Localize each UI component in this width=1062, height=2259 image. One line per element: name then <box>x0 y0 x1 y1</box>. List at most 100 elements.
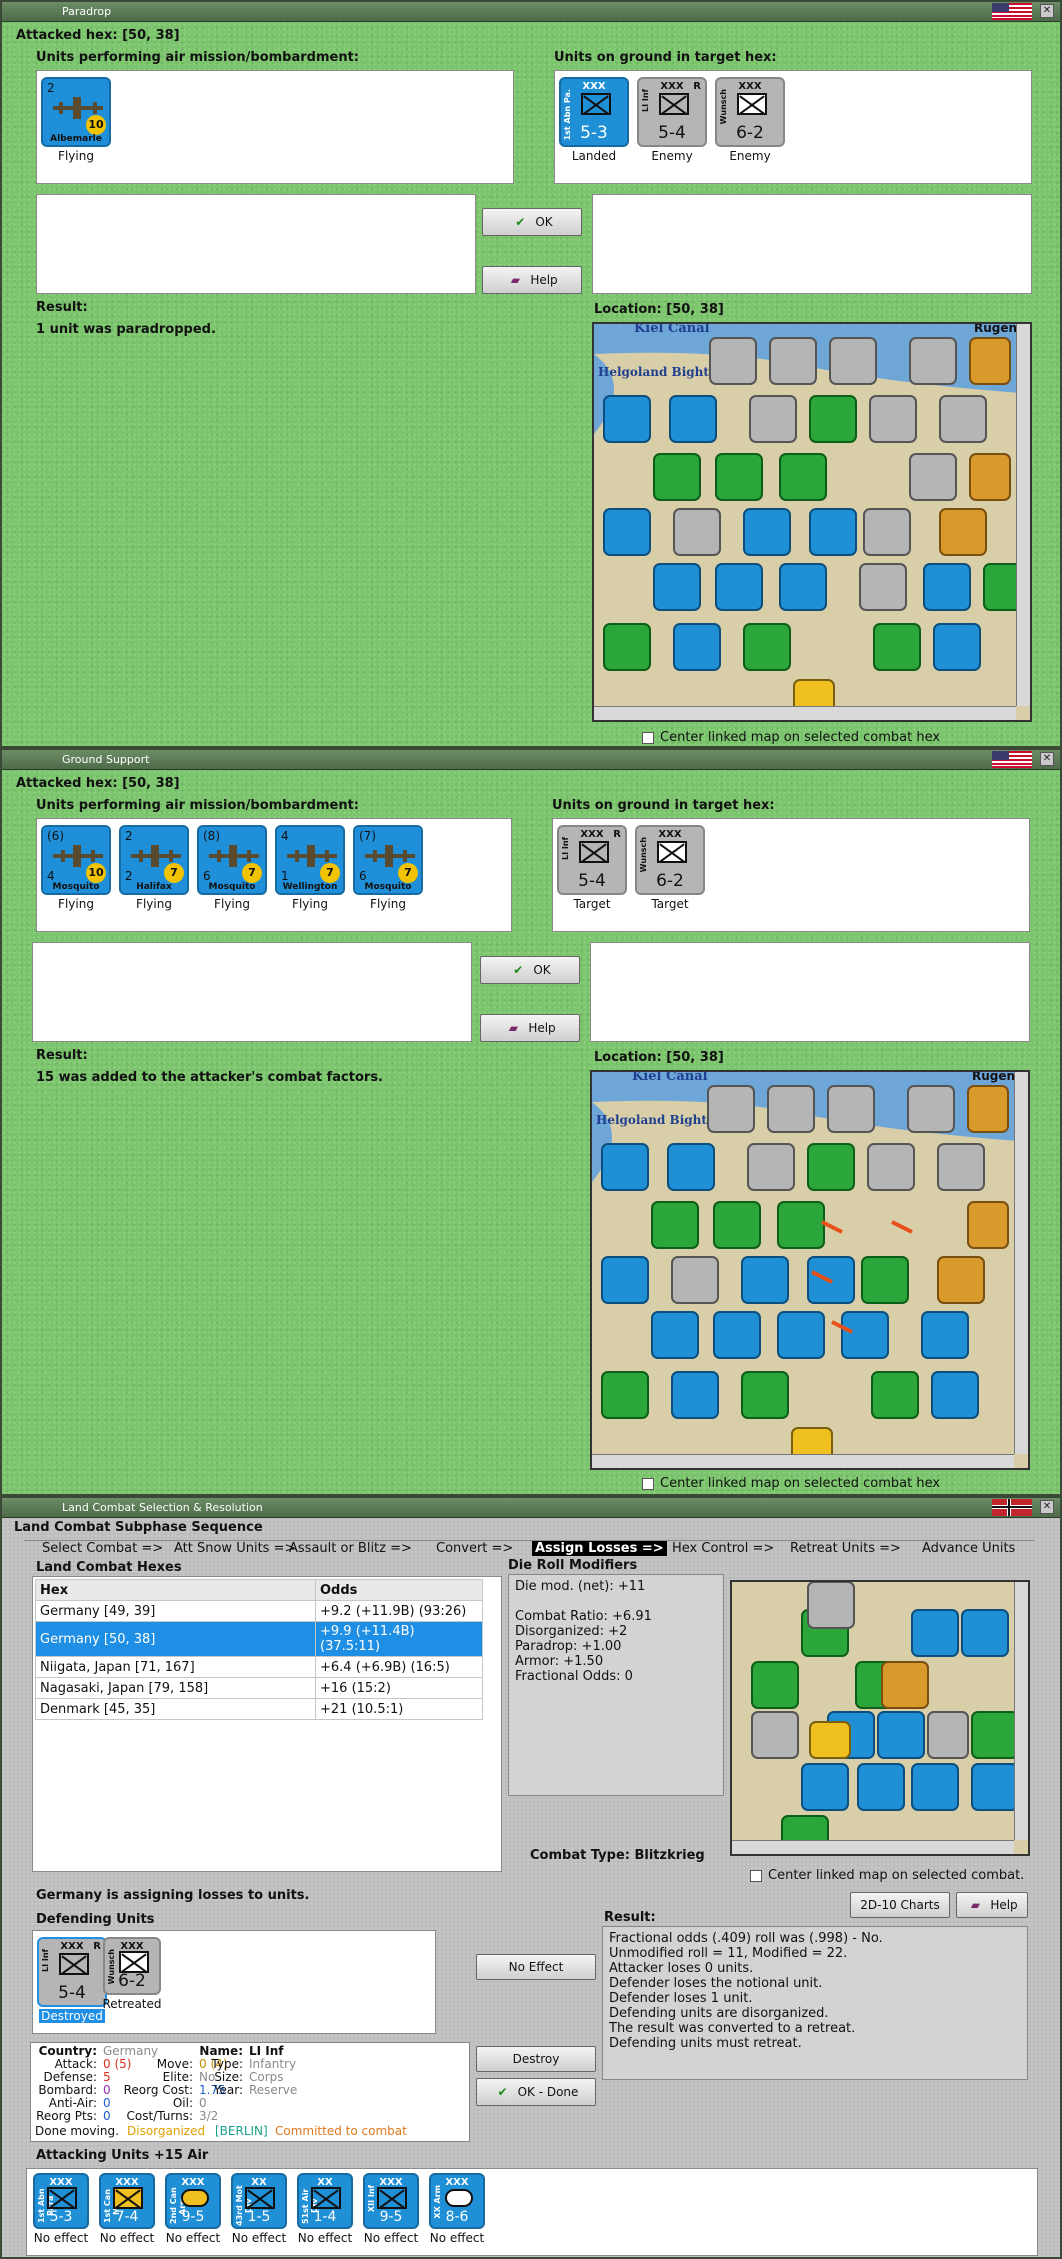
map-vertical-scrollbar[interactable] <box>1016 324 1030 706</box>
close-icon[interactable]: ✕ <box>1040 752 1054 766</box>
map-label-rugen: Rügen <box>974 324 1017 335</box>
ok-button[interactable]: ✔ OK <box>480 956 580 984</box>
help-button[interactable]: ▰ Help <box>482 266 582 294</box>
unit-factors: 5-3 <box>580 123 608 143</box>
close-icon[interactable]: ✕ <box>1040 1500 1054 1514</box>
info-value: Reserve <box>249 2083 298 2097</box>
ground-support-titlebar[interactable]: Ground Support ✕ <box>2 750 1060 770</box>
step-select-combat: Select Combat => <box>42 1541 164 1556</box>
window-title: Paradrop <box>62 5 112 18</box>
combat-hexes-list[interactable]: Hex Odds Germany [49, 39] +9.2 (+11.9B) (… <box>32 1576 502 1872</box>
center-map-checkbox[interactable]: Center linked map on selected combat hex <box>642 1476 940 1491</box>
table-row[interactable]: Germany [49, 39] +9.2 (+11.9B) (93:26) <box>35 1600 483 1622</box>
unit-factors: 1-4 <box>313 2209 337 2225</box>
attacking-unit[interactable]: XXX XX Arm 8-6 No effect <box>425 2173 489 2245</box>
center-map-checkbox[interactable]: Center linked map on selected combat hex <box>642 730 940 745</box>
infantry-symbol-icon <box>311 2187 341 2209</box>
checkbox-label: Center linked map on selected combat hex <box>660 1476 941 1491</box>
checkbox-box[interactable] <box>642 1477 654 1490</box>
unit-range: (8) <box>203 829 220 843</box>
book-icon: ▰ <box>510 273 520 287</box>
close-icon[interactable]: ✕ <box>1040 4 1054 18</box>
unit-counter: XXX XII Inf 9-5 <box>363 2173 419 2229</box>
center-map-checkbox[interactable]: Center linked map on selected combat. <box>750 1868 1024 1883</box>
reserve-flag: R <box>693 81 701 92</box>
step-att-snow-units: Att Snow Units => <box>174 1541 296 1556</box>
unit-status: No effect <box>363 2231 419 2245</box>
ok-button[interactable]: ✔ OK <box>482 208 582 236</box>
unit-name: Wellington <box>282 882 338 892</box>
land-combat-titlebar[interactable]: Land Combat Selection & Resolution ✕ <box>2 1498 1060 1518</box>
unit-status: Flying <box>214 897 250 911</box>
paradrop-titlebar[interactable]: Paradrop ✕ <box>2 2 1060 22</box>
help-button[interactable]: ▰ Help <box>480 1014 580 1042</box>
odds-cell: +21 (10.5:1) <box>315 1698 483 1720</box>
checkbox-label: Center linked map on selected combat. <box>768 1868 1025 1883</box>
info-key: Cost/Turns: <box>126 2109 193 2123</box>
help-label: Help <box>530 273 558 287</box>
defending-unit[interactable]: XXX Wunsch 6-2 Retreated <box>97 1937 167 2011</box>
ground-unit[interactable]: XXX R LI Inf 5-4 Target <box>557 825 627 911</box>
combat-map[interactable] <box>730 1580 1030 1856</box>
map-vertical-scrollbar[interactable] <box>1014 1582 1028 1840</box>
table-row[interactable]: Niigata, Japan [71, 167] +6.4 (+6.9B) (16… <box>35 1656 483 1678</box>
check-icon: ✔ <box>513 963 524 977</box>
linked-map[interactable]: Kiel Canal Helgoland Bight Rügen <box>592 322 1032 722</box>
unit-attack: 6 <box>203 869 211 883</box>
defending-units-panel: XXX R LI Inf 5-4 Destroyed XXX Wunsch 6-… <box>32 1930 436 2034</box>
air-unit[interactable]: (7) 6 7 Mosquito Flying <box>353 825 423 911</box>
attacking-unit[interactable]: XXX 1st Abn Para 5-3 No effect <box>29 2173 93 2245</box>
window-title: Ground Support <box>62 753 150 766</box>
ground-units-label: Units on ground in target hex: <box>552 798 775 813</box>
unit-name: Halifax <box>136 882 172 892</box>
die-roll-label: Die Roll Modifiers <box>508 1558 638 1573</box>
map-horizontal-scrollbar[interactable] <box>592 1454 1014 1468</box>
unit-factors: 9-5 <box>379 2209 403 2225</box>
air-unit[interactable]: 4 1 7 Wellington Flying <box>275 825 345 911</box>
unit-attack: 4 <box>47 869 55 883</box>
table-row[interactable]: Denmark [45, 35] +21 (10.5:1) <box>35 1698 483 1720</box>
attacking-unit[interactable]: XXX 2nd Can Arm 9-5 No effect <box>161 2173 225 2245</box>
map-vertical-scrollbar[interactable] <box>1014 1072 1028 1454</box>
attacking-unit[interactable]: XXX 1st Can Mot 7-4 No effect <box>95 2173 159 2245</box>
help-button[interactable]: ▰ Help <box>956 1892 1028 1918</box>
linked-map[interactable]: Kiel Canal Helgoland Bight Rügen <box>590 1070 1030 1470</box>
hex-cell: Germany [50, 38] <box>35 1621 316 1657</box>
air-unit[interactable]: (6) 4 10 Mosquito Flying <box>41 825 111 911</box>
table-row[interactable]: Nagasaki, Japan [79, 158] +16 (15:2) <box>35 1677 483 1699</box>
air-unit[interactable]: (8) 6 7 Mosquito Flying <box>197 825 267 911</box>
attacking-unit[interactable]: XXX XII Inf 9-5 No effect <box>359 2173 423 2245</box>
attacking-label: Attacking Units +15 Air <box>36 2148 209 2163</box>
destroy-button[interactable]: Destroy <box>476 2046 596 2072</box>
die-roll-line: Paradrop: +1.00 <box>515 1639 622 1654</box>
checkbox-box[interactable] <box>642 731 654 744</box>
result-line: Fractional odds (.409) roll was (.998) -… <box>609 1931 883 1946</box>
ground-unit[interactable]: XXX Wunsch 6-2 Target <box>635 825 705 911</box>
ground-unit[interactable]: XXX Wunsch 6-2 Enemy <box>715 77 785 163</box>
attacking-unit[interactable]: XX 51st Air Div 1-4 No effect <box>293 2173 357 2245</box>
unit-name: Mosquito <box>208 882 256 892</box>
unit-badge: 10 <box>86 115 106 135</box>
air-unit[interactable]: 2 10 Albemarle Flying <box>41 77 111 163</box>
unit-status: Flying <box>292 897 328 911</box>
location-label: Location: [50, 38] <box>594 1050 724 1065</box>
ground-unit[interactable]: XXX 1st Abn Pa. 5-3 Landed <box>559 77 629 163</box>
ground-unit[interactable]: XXX R LI Inf 5-4 Enemy <box>637 77 707 163</box>
attacker-notes-panel <box>36 194 476 294</box>
ok-done-button[interactable]: ✔ OK - Done <box>476 2078 596 2106</box>
map-horizontal-scrollbar[interactable] <box>594 706 1016 720</box>
result-text: 15 was added to the attacker's combat fa… <box>36 1070 383 1085</box>
no-effect-button[interactable]: No Effect <box>476 1954 596 1980</box>
air-units-label: Units performing air mission/bombardment… <box>36 798 360 813</box>
unit-counter: (6) 4 10 Mosquito <box>41 825 111 895</box>
map-horizontal-scrollbar[interactable] <box>732 1840 1014 1854</box>
status-committed: Committed to combat <box>275 2124 407 2138</box>
charts-button[interactable]: 2D-10 Charts <box>850 1892 950 1918</box>
table-row-selected[interactable]: Germany [50, 38] +9.9 (+11.4B) (37.5:11) <box>35 1621 483 1657</box>
air-unit[interactable]: 2 2 7 Halifax Flying <box>119 825 189 911</box>
die-roll-line: Armor: +1.50 <box>515 1654 604 1669</box>
checkbox-box[interactable] <box>750 1869 762 1882</box>
unit-status: Target <box>651 897 689 911</box>
attacking-unit[interactable]: XX 43rd Mot Div 1-5 No effect <box>227 2173 291 2245</box>
destroy-label: Destroy <box>512 2052 560 2066</box>
